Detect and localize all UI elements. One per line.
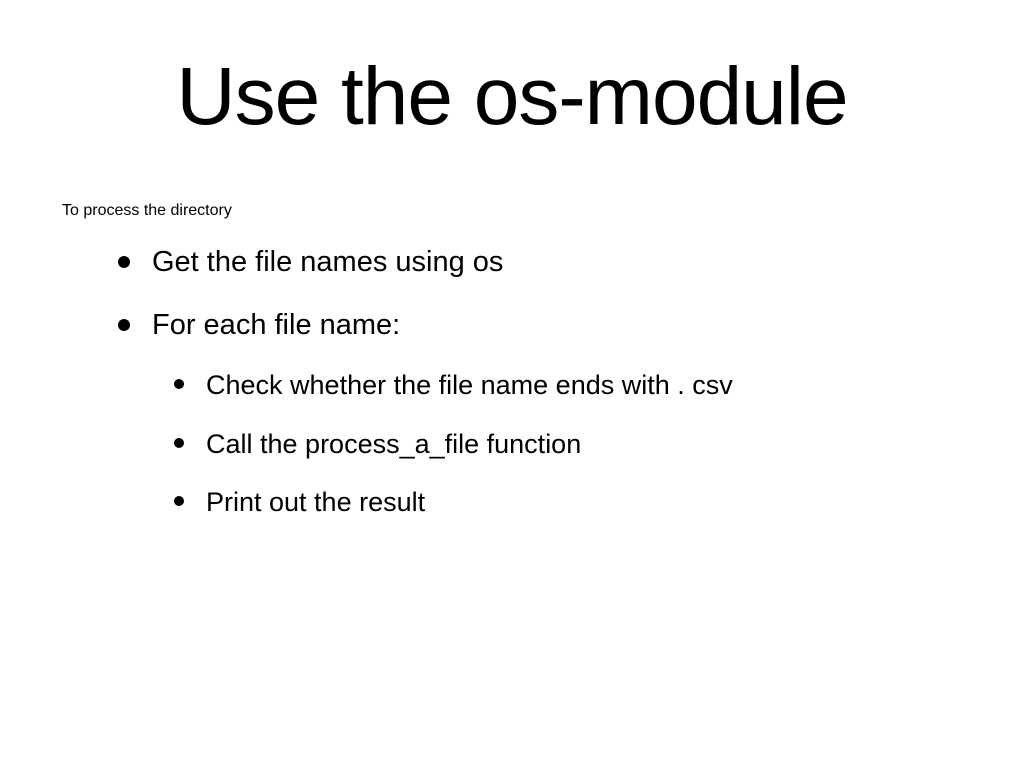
bullet-list-level-1: To process the directory Get the file na… xyxy=(62,202,964,521)
bullet-icon xyxy=(174,496,184,506)
bullet-list-level-3: Check whether the file name ends with . … xyxy=(174,367,964,520)
list-item: Get the file names using os xyxy=(118,242,964,283)
bullet-list-level-2: Get the file names using os For each fil… xyxy=(118,242,964,521)
bullet-text: Check whether the file name ends with . … xyxy=(206,367,733,403)
list-item: Check whether the file name ends with . … xyxy=(174,367,964,403)
list-item: To process the directory Get the file na… xyxy=(62,202,964,521)
list-item: For each file name: Check whether the fi… xyxy=(118,305,964,521)
bullet-icon xyxy=(174,379,184,389)
bullet-icon xyxy=(118,319,130,331)
bullet-icon xyxy=(118,256,130,268)
bullet-text: Get the file names using os xyxy=(152,242,503,283)
list-item: Print out the result xyxy=(174,484,964,520)
bullet-text: To process the directory xyxy=(62,202,232,220)
list-item: Call the process_a_file function xyxy=(174,426,964,462)
slide-title: Use the os-module xyxy=(60,50,964,144)
bullet-text: Print out the result xyxy=(206,484,425,520)
bullet-text: For each file name: xyxy=(152,305,400,346)
bullet-text: Call the process_a_file function xyxy=(206,426,581,462)
bullet-icon xyxy=(174,438,184,448)
slide: Use the os-module To process the directo… xyxy=(0,0,1024,768)
